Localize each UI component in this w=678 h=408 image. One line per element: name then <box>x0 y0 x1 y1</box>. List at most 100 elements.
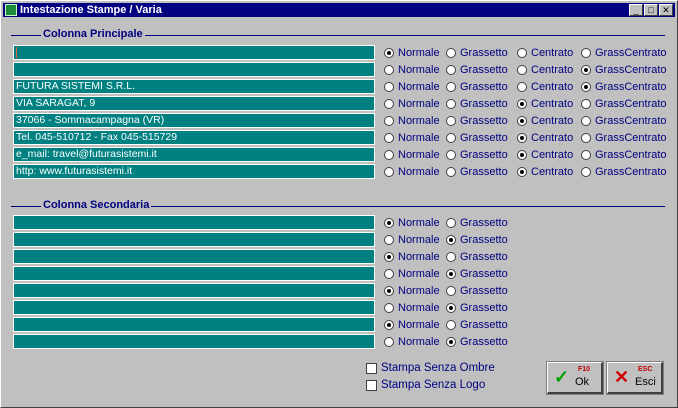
option-label: Grassetto <box>460 47 508 59</box>
ok-button[interactable]: ✓ F10 Ok <box>546 361 604 395</box>
ok-label: Ok <box>575 376 590 388</box>
principale-row-7-option-centrato[interactable]: Centrato <box>517 148 573 162</box>
option-label: GrassCentrato <box>595 98 667 110</box>
secondaria-row-1-option-grassetto[interactable]: Grassetto <box>446 216 508 230</box>
principale-row-5-option-grasscentrato[interactable]: GrassCentrato <box>581 114 667 128</box>
option-label: Centrato <box>531 166 574 178</box>
esci-key: ESC <box>638 366 653 373</box>
principale-row-7-option-grasscentrato[interactable]: GrassCentrato <box>581 148 667 162</box>
secondaria-row-4-option-normale[interactable]: Normale <box>384 267 440 281</box>
secondaria-row-6-option-normale[interactable]: Normale <box>384 301 440 315</box>
principale-field-8[interactable]: http: www.futurasistemi.it <box>13 164 375 179</box>
radio-icon <box>446 133 456 143</box>
principale-row-7-option-normale[interactable]: Normale <box>384 148 440 162</box>
principale-row-2-option-grasscentrato[interactable]: GrassCentrato <box>581 63 667 77</box>
principale-row-6-option-normale[interactable]: Normale <box>384 131 440 145</box>
principale-row-3-option-centrato[interactable]: Centrato <box>517 80 573 94</box>
principale-row-8-option-grassetto[interactable]: Grassetto <box>446 165 508 179</box>
radio-icon <box>446 252 456 262</box>
principale-field-5[interactable]: 37066 - Sommacampagna (VR) <box>13 113 375 128</box>
principale-row-1-option-grasscentrato[interactable]: GrassCentrato <box>581 46 667 60</box>
secondaria-row-4-option-grassetto[interactable]: Grassetto <box>446 267 508 281</box>
maximize-button[interactable]: □ <box>644 4 658 16</box>
secondaria-row-7-option-grassetto[interactable]: Grassetto <box>446 318 508 332</box>
principale-row-8-option-grasscentrato[interactable]: GrassCentrato <box>581 165 667 179</box>
secondaria-row-5-option-normale[interactable]: Normale <box>384 284 440 298</box>
principale-field-7[interactable]: e_mail: travel@futurasistemi.it <box>13 147 375 162</box>
option-label: Normale <box>398 285 440 297</box>
secondaria-row-5-option-grassetto[interactable]: Grassetto <box>446 284 508 298</box>
option-label: Grassetto <box>460 234 508 246</box>
principale-row-8-option-centrato[interactable]: Centrato <box>517 165 573 179</box>
principale-row-2-option-centrato[interactable]: Centrato <box>517 63 573 77</box>
secondaria-field-6[interactable] <box>13 300 375 315</box>
principale-row-1-option-grassetto[interactable]: Grassetto <box>446 46 508 60</box>
option-label: GrassCentrato <box>595 47 667 59</box>
secondaria-field-1[interactable] <box>13 215 375 230</box>
radio-icon <box>384 65 394 75</box>
option-label: Centrato <box>531 149 574 161</box>
secondaria-row-8-option-normale[interactable]: Normale <box>384 335 440 349</box>
principale-row-4-option-normale[interactable]: Normale <box>384 97 440 111</box>
principale-row-4-option-grasscentrato[interactable]: GrassCentrato <box>581 97 667 111</box>
principale-row-3-option-grasscentrato[interactable]: GrassCentrato <box>581 80 667 94</box>
secondaria-row-7-option-normale[interactable]: Normale <box>384 318 440 332</box>
stampa-senza-logo-checkbox[interactable]: Stampa Senza Logo <box>366 379 485 391</box>
principale-field-3[interactable]: FUTURA SISTEMI S.R.L. <box>13 79 375 94</box>
radio-icon <box>446 48 456 58</box>
radio-icon <box>384 269 394 279</box>
radio-icon <box>517 116 527 126</box>
radio-icon <box>384 133 394 143</box>
checkbox-label: Stampa Senza Logo <box>381 379 486 391</box>
radio-icon <box>517 65 527 75</box>
principale-row-5-option-centrato[interactable]: Centrato <box>517 114 573 128</box>
principale-field-2[interactable] <box>13 62 375 77</box>
secondaria-field-7[interactable] <box>13 317 375 332</box>
secondaria-row-3-option-normale[interactable]: Normale <box>384 250 440 264</box>
radio-icon <box>446 235 456 245</box>
principale-row-1-option-centrato[interactable]: Centrato <box>517 46 573 60</box>
principale-row-2-option-normale[interactable]: Normale <box>384 63 440 77</box>
principale-row-5-option-normale[interactable]: Normale <box>384 114 440 128</box>
principale-row-2-option-grassetto[interactable]: Grassetto <box>446 63 508 77</box>
principale-row-8-option-normale[interactable]: Normale <box>384 165 440 179</box>
radio-icon <box>446 218 456 228</box>
stampa-senza-ombre-checkbox[interactable]: Stampa Senza Ombre <box>366 362 495 374</box>
principale-field-1[interactable] <box>13 45 375 60</box>
secondaria-field-8[interactable] <box>13 334 375 349</box>
principale-row-3-option-normale[interactable]: Normale <box>384 80 440 94</box>
principale-group-label: Colonna Principale <box>41 28 145 40</box>
minimize-button[interactable]: _ <box>629 4 643 16</box>
secondaria-row-8-option-grassetto[interactable]: Grassetto <box>446 335 508 349</box>
principale-row-6-option-grassetto[interactable]: Grassetto <box>446 131 508 145</box>
option-label: Normale <box>398 336 440 348</box>
principale-row-6-option-grasscentrato[interactable]: GrassCentrato <box>581 131 667 145</box>
option-label: Normale <box>398 268 440 280</box>
secondaria-row-1-option-normale[interactable]: Normale <box>384 216 440 230</box>
option-label: Grassetto <box>460 336 508 348</box>
principale-row-3-option-grassetto[interactable]: Grassetto <box>446 80 508 94</box>
radio-icon <box>446 116 456 126</box>
secondaria-field-5[interactable] <box>13 283 375 298</box>
option-label: Grassetto <box>460 285 508 297</box>
secondaria-row-2-option-grassetto[interactable]: Grassetto <box>446 233 508 247</box>
close-button[interactable]: ✕ <box>659 4 673 16</box>
secondaria-field-4[interactable] <box>13 266 375 281</box>
radio-icon <box>384 150 394 160</box>
secondaria-row-6-option-grassetto[interactable]: Grassetto <box>446 301 508 315</box>
principale-row-4-option-grassetto[interactable]: Grassetto <box>446 97 508 111</box>
principale-row-6-option-centrato[interactable]: Centrato <box>517 131 573 145</box>
principale-field-6[interactable]: Tel. 045-510712 - Fax 045-515729 <box>13 130 375 145</box>
principale-field-4[interactable]: VIA SARAGAT, 9 <box>13 96 375 111</box>
principale-row-4-option-centrato[interactable]: Centrato <box>517 97 573 111</box>
secondaria-row-3-option-grassetto[interactable]: Grassetto <box>446 250 508 264</box>
secondaria-row-2-option-normale[interactable]: Normale <box>384 233 440 247</box>
option-label: Centrato <box>531 115 574 127</box>
principale-row-7-option-grassetto[interactable]: Grassetto <box>446 148 508 162</box>
secondaria-field-2[interactable] <box>13 232 375 247</box>
secondaria-field-3[interactable] <box>13 249 375 264</box>
esci-button[interactable]: ✕ ESC Esci <box>606 361 664 395</box>
principale-row-1-option-normale[interactable]: Normale <box>384 46 440 60</box>
principale-row-5-option-grassetto[interactable]: Grassetto <box>446 114 508 128</box>
radio-icon <box>384 167 394 177</box>
